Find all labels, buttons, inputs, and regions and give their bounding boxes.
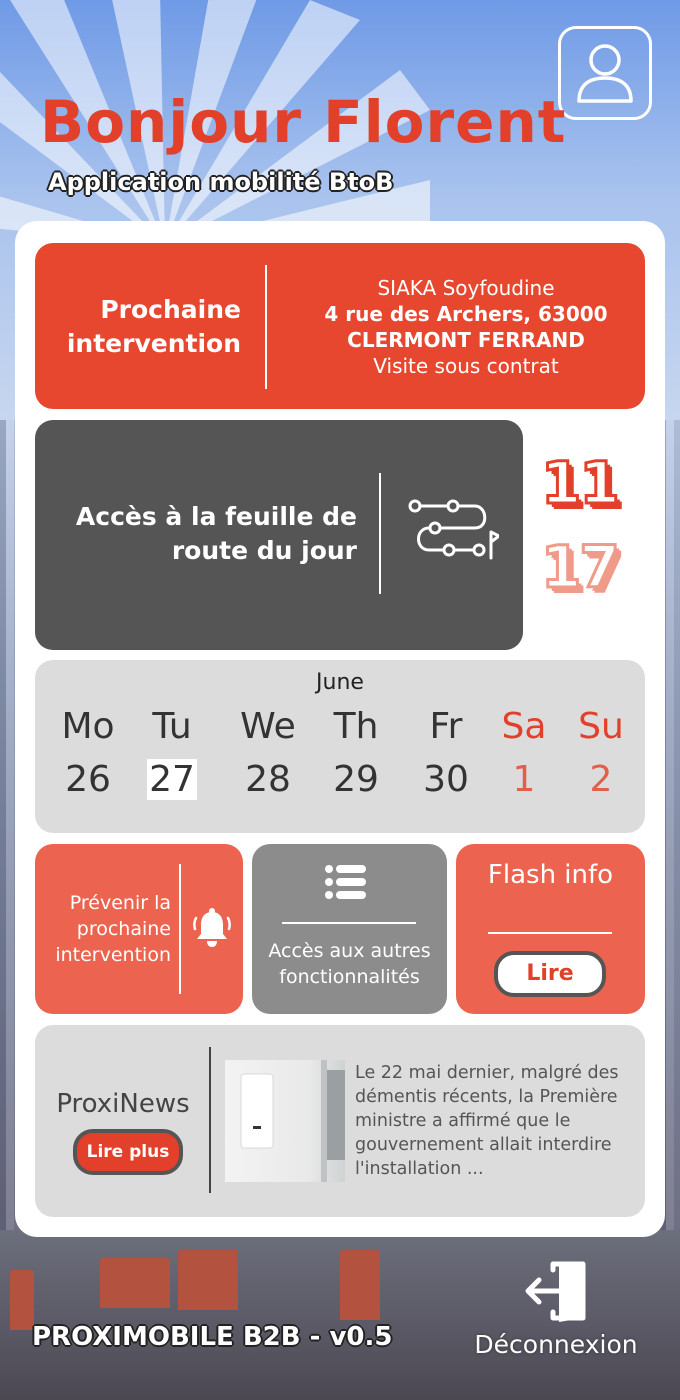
day-number-today: 27 xyxy=(147,759,197,800)
divider xyxy=(282,922,416,924)
route-sheet-card[interactable]: Accès à la feuille de route du jour xyxy=(35,420,523,650)
next-intervention-title: Prochaine intervention xyxy=(66,295,241,358)
day-number: 26 xyxy=(65,759,111,800)
logout-icon xyxy=(525,1261,586,1322)
day-number: 30 xyxy=(423,759,469,800)
greeting-title: Bonjour Florent xyxy=(40,88,567,156)
other-features-card[interactable]: Accès aux autres fonctionnalités xyxy=(252,844,447,1014)
chimney xyxy=(100,1258,170,1308)
day-name: Fr xyxy=(429,706,463,747)
logout-button[interactable]: Déconnexion xyxy=(466,1260,646,1359)
read-more-button[interactable]: Lire plus xyxy=(73,1129,183,1175)
day-number: 28 xyxy=(245,759,291,800)
calendar-card: June Mo 26 Tu 27 We 28 Th 29 Fr 30 Sa 1 … xyxy=(35,660,645,833)
chimney xyxy=(340,1250,380,1320)
day-number: 2 xyxy=(589,759,613,800)
route-sheet-label: Accès à la feuille de route du jour xyxy=(75,502,357,565)
flash-info-card: Flash info Lire xyxy=(456,844,645,1014)
notify-next-intervention-card[interactable]: Prévenir la prochaine intervention xyxy=(35,844,243,1014)
divider xyxy=(209,1047,211,1193)
visit-type: Visite sous contrat xyxy=(373,354,559,378)
app-version-title: PROXIMOBILE B2B - v0.5 xyxy=(32,1322,393,1352)
divider xyxy=(179,864,181,994)
flash-read-button[interactable]: Lire xyxy=(494,951,606,997)
logout-label: Déconnexion xyxy=(474,1330,638,1359)
flash-info-title: Flash info xyxy=(487,860,614,890)
calendar-day-tu[interactable]: Tu 27 xyxy=(127,706,217,800)
proxinews-card: ProxiNews Lire plus Le 22 mai dernier, m… xyxy=(35,1025,645,1217)
other-features-label: Accès aux autres fonctionnalités xyxy=(268,940,431,988)
divider xyxy=(379,473,381,594)
counter-secondary: 17 xyxy=(540,532,622,603)
chimney xyxy=(10,1270,34,1330)
day-name: We xyxy=(240,706,296,747)
main-panel: Prochaine intervention SIAKA Soyfoudine … xyxy=(15,221,665,1237)
day-name: Su xyxy=(578,706,624,747)
profile-button[interactable] xyxy=(558,26,652,120)
next-intervention-card[interactable]: Prochaine intervention SIAKA Soyfoudine … xyxy=(35,243,645,409)
user-icon xyxy=(577,44,633,103)
app-subtitle: Application mobilité BtoB xyxy=(48,168,394,196)
client-address: 4 rue des Archers, 63000 xyxy=(324,302,608,326)
divider xyxy=(488,932,612,934)
divider xyxy=(265,265,267,389)
next-intervention-details: SIAKA Soyfoudine 4 rue des Archers, 6300… xyxy=(285,275,647,379)
client-name: SIAKA Soyfoudine xyxy=(377,276,555,300)
bell-icon xyxy=(193,908,231,947)
calendar-day-th[interactable]: Th 29 xyxy=(311,706,401,800)
notify-label: Prévenir la prochaine intervention xyxy=(55,892,171,966)
day-name: Mo xyxy=(61,706,115,747)
calendar-day-fr[interactable]: Fr 30 xyxy=(401,706,491,800)
client-city: CLERMONT FERRAND xyxy=(347,328,585,352)
news-excerpt: Le 22 mai dernier, malgré des démentis r… xyxy=(355,1063,619,1179)
proxinews-title: ProxiNews xyxy=(56,1089,190,1119)
day-name: Th xyxy=(333,706,379,747)
route-icon xyxy=(408,499,499,560)
calendar-month: June xyxy=(316,670,364,695)
calendar-day-mo[interactable]: Mo 26 xyxy=(43,706,133,800)
news-thumbnail[interactable] xyxy=(225,1060,345,1182)
calendar-day-su[interactable]: Su 2 xyxy=(556,706,646,800)
chimney xyxy=(178,1250,238,1310)
day-number: 29 xyxy=(333,759,379,800)
boiler-image xyxy=(240,1060,345,1182)
counter-primary: 11 xyxy=(540,448,622,519)
list-icon xyxy=(325,865,366,899)
day-name: Tu xyxy=(152,706,192,747)
calendar-day-we[interactable]: We 28 xyxy=(223,706,313,800)
